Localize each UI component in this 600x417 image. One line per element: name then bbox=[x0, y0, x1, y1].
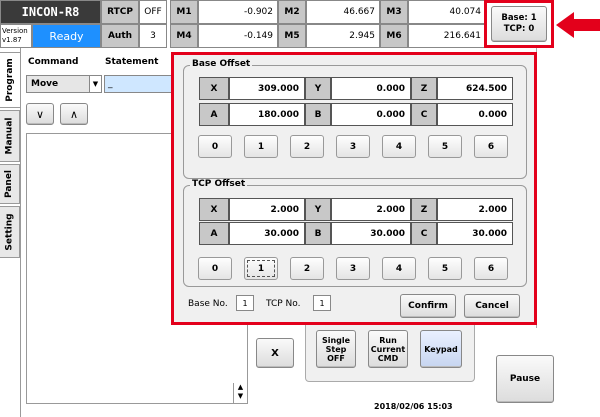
m6-label: M6 bbox=[380, 24, 408, 48]
base-preset-2-button[interactable]: 2 bbox=[290, 135, 324, 158]
base-b-label: B bbox=[305, 103, 331, 126]
base-tcp-line1: Base: 1 bbox=[501, 13, 537, 23]
tcp-preset-5-button[interactable]: 5 bbox=[428, 257, 462, 280]
scroll-up-button[interactable]: ∧ bbox=[60, 103, 88, 125]
tcp-y-label: Y bbox=[305, 198, 331, 221]
base-preset-3-button[interactable]: 3 bbox=[336, 135, 370, 158]
status-badge: Ready bbox=[32, 24, 101, 48]
m4-label: M4 bbox=[170, 24, 198, 48]
tcp-z-label: Z bbox=[411, 198, 437, 221]
tcp-preset-1-button[interactable]: 1 bbox=[244, 257, 278, 280]
hidden-indicator bbox=[538, 80, 550, 92]
base-no-label: Base No. bbox=[188, 299, 228, 309]
tcp-no-label: TCP No. bbox=[266, 299, 301, 309]
tcp-a-value[interactable]: 30.000 bbox=[229, 222, 305, 245]
tcp-c-label: C bbox=[411, 222, 437, 245]
tcp-preset-2-button[interactable]: 2 bbox=[290, 257, 324, 280]
tcp-z-value[interactable]: 2.000 bbox=[437, 198, 513, 221]
m5-label: M5 bbox=[278, 24, 306, 48]
base-c-label: C bbox=[411, 103, 437, 126]
x-button[interactable]: X bbox=[256, 338, 294, 368]
app-window: INCON-R8 RTCP OFF M1 -0.902 M2 46.667 M3… bbox=[0, 0, 600, 417]
base-tcp-dialog: Base Offset X 309.000 Y 0.000 Z 624.500 … bbox=[171, 52, 537, 325]
arrow-left-icon bbox=[556, 12, 600, 38]
command-label: Command bbox=[28, 57, 79, 67]
base-preset-0-button[interactable]: 0 bbox=[198, 135, 232, 158]
statement-label: Statement bbox=[105, 57, 159, 67]
rtcp-value: OFF bbox=[139, 0, 167, 24]
base-b-value[interactable]: 0.000 bbox=[331, 103, 411, 126]
tcp-x-label: X bbox=[199, 198, 229, 221]
auth-value: 3 bbox=[139, 24, 167, 48]
tcp-x-value[interactable]: 2.000 bbox=[229, 198, 305, 221]
m1-label: M1 bbox=[170, 0, 198, 24]
tcp-c-value[interactable]: 30.000 bbox=[437, 222, 513, 245]
statement-input[interactable]: _ bbox=[104, 75, 176, 93]
version-label: Version bbox=[2, 27, 28, 35]
single-step-button[interactable]: Single Step OFF bbox=[316, 330, 356, 368]
m3-label: M3 bbox=[380, 0, 408, 24]
base-preset-4-button[interactable]: 4 bbox=[382, 135, 416, 158]
tab-panel[interactable]: Panel bbox=[0, 164, 20, 204]
tab-setting[interactable]: Setting bbox=[0, 206, 20, 258]
scroll-down-button[interactable]: ∨ bbox=[26, 103, 54, 125]
base-a-label: A bbox=[199, 103, 229, 126]
tab-manual[interactable]: Manual bbox=[0, 110, 20, 162]
version-box: Version v1.87 bbox=[0, 24, 32, 48]
rtcp-label: RTCP bbox=[101, 0, 139, 24]
auth-label: Auth bbox=[101, 24, 139, 48]
m4-value: -0.149 bbox=[198, 24, 278, 48]
scrollbar[interactable]: ▲ ▼ bbox=[233, 383, 247, 403]
m5-value: 2.945 bbox=[306, 24, 380, 48]
base-x-value[interactable]: 309.000 bbox=[229, 77, 305, 100]
m2-label: M2 bbox=[278, 0, 306, 24]
datetime: 2018/02/06 15:03 bbox=[374, 402, 453, 411]
base-c-value[interactable]: 0.000 bbox=[437, 103, 513, 126]
chevron-down-icon: ▼ bbox=[89, 76, 101, 92]
pause-button[interactable]: Pause bbox=[496, 355, 554, 403]
m6-value: 216.641 bbox=[408, 24, 486, 48]
base-tcp-line2: TCP: 0 bbox=[503, 24, 535, 34]
base-preset-1-button[interactable]: 1 bbox=[244, 135, 278, 158]
tcp-preset-6-button[interactable]: 6 bbox=[474, 257, 508, 280]
m2-value: 46.667 bbox=[306, 0, 380, 24]
tcp-b-label: B bbox=[305, 222, 331, 245]
cancel-button[interactable]: Cancel bbox=[464, 294, 520, 318]
m3-value: 40.074 bbox=[408, 0, 486, 24]
base-offset-title: Base Offset bbox=[190, 59, 253, 69]
base-a-value[interactable]: 180.000 bbox=[229, 103, 305, 126]
base-preset-5-button[interactable]: 5 bbox=[428, 135, 462, 158]
base-x-label: X bbox=[199, 77, 229, 100]
tcp-preset-3-button[interactable]: 3 bbox=[336, 257, 370, 280]
tcp-preset-4-button[interactable]: 4 bbox=[382, 257, 416, 280]
run-current-cmd-button[interactable]: Run Current CMD bbox=[368, 330, 408, 368]
base-z-value[interactable]: 624.500 bbox=[437, 77, 513, 100]
base-no-field[interactable]: 1 bbox=[236, 295, 254, 311]
app-name: INCON-R8 bbox=[0, 0, 101, 24]
version-value: v1.87 bbox=[2, 36, 22, 44]
base-preset-6-button[interactable]: 6 bbox=[474, 135, 508, 158]
keypad-button[interactable]: Keypad bbox=[420, 330, 462, 368]
tcp-offset-title: TCP Offset bbox=[190, 179, 248, 189]
tcp-no-field[interactable]: 1 bbox=[313, 295, 331, 311]
tcp-b-value[interactable]: 30.000 bbox=[331, 222, 411, 245]
base-tcp-button[interactable]: Base: 1 TCP: 0 bbox=[491, 6, 547, 42]
tcp-a-label: A bbox=[199, 222, 229, 245]
confirm-button[interactable]: Confirm bbox=[400, 294, 456, 318]
tab-program[interactable]: Program bbox=[0, 52, 20, 108]
command-select[interactable]: Move ▼ bbox=[26, 75, 102, 93]
m1-value: -0.902 bbox=[198, 0, 278, 24]
tcp-preset-0-button[interactable]: 0 bbox=[198, 257, 232, 280]
tcp-y-value[interactable]: 2.000 bbox=[331, 198, 411, 221]
base-y-value[interactable]: 0.000 bbox=[331, 77, 411, 100]
base-y-label: Y bbox=[305, 77, 331, 100]
base-z-label: Z bbox=[411, 77, 437, 100]
